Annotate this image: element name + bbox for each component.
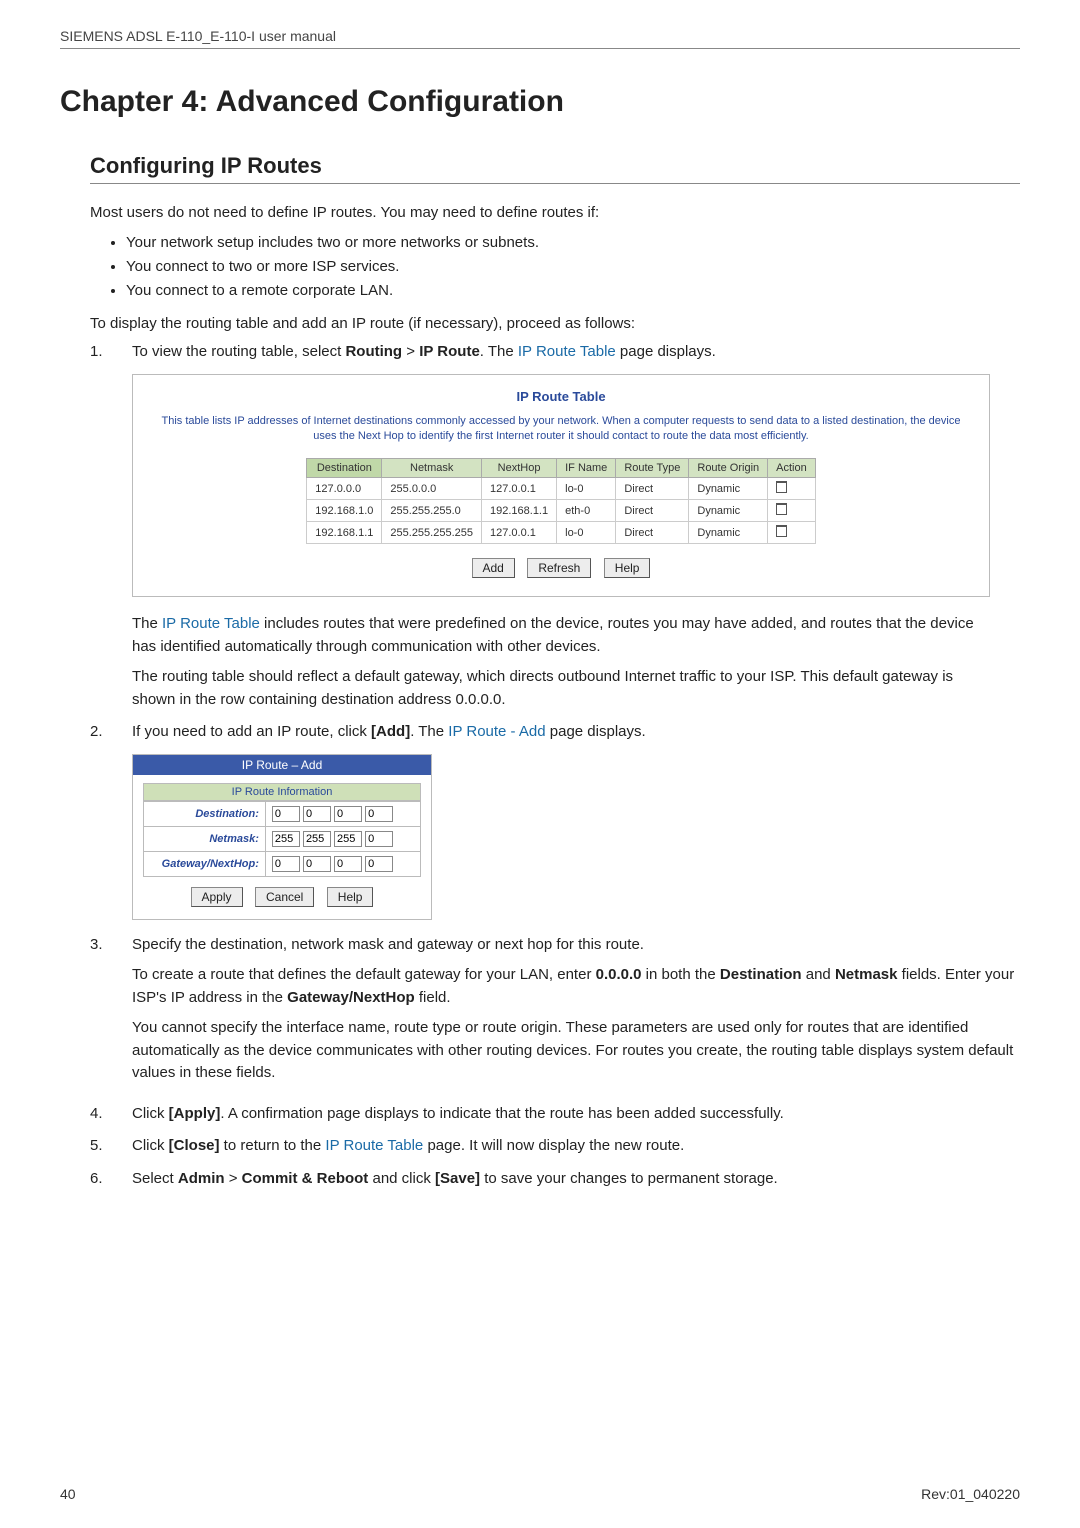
col-header: Netmask xyxy=(382,459,482,478)
help-button[interactable]: Help xyxy=(604,558,651,578)
step-text: Specify the destination, network mask an… xyxy=(132,934,1020,1093)
col-header: Action xyxy=(768,459,816,478)
apply-button[interactable]: Apply xyxy=(191,887,243,907)
route-table: Destination Netmask NextHop IF Name Rout… xyxy=(306,458,815,544)
netmask-field[interactable] xyxy=(303,831,331,847)
paragraph: The IP Route Table includes routes that … xyxy=(132,613,990,658)
list-item: You connect to a remote corporate LAN. xyxy=(126,279,1020,303)
list-item: You connect to two or more ISP services. xyxy=(126,255,1020,279)
gateway-field[interactable] xyxy=(334,856,362,872)
step-number: 4. xyxy=(90,1103,110,1126)
step-text: Click [Close] to return to the IP Route … xyxy=(132,1135,1020,1158)
col-header: Route Origin xyxy=(689,459,768,478)
intro-text: Most users do not need to define IP rout… xyxy=(90,202,1020,225)
table-row: 192.168.1.0255.255.255.0192.168.1.1eth-0… xyxy=(307,500,815,522)
netmask-field[interactable] xyxy=(272,831,300,847)
chapter-title: Chapter 4: Advanced Configuration xyxy=(60,85,1020,119)
col-header[interactable]: Destination xyxy=(307,459,382,478)
step-text: Click [Apply]. A confirmation page displ… xyxy=(132,1103,1020,1126)
step-text: Select Admin > Commit & Reboot and click… xyxy=(132,1168,1020,1191)
cancel-button[interactable]: Cancel xyxy=(255,887,314,907)
page-footer: 40 Rev:01_040220 xyxy=(60,1486,1020,1502)
refresh-button[interactable]: Refresh xyxy=(527,558,591,578)
step-number: 2. xyxy=(90,721,110,744)
figure-description: This table lists IP addresses of Interne… xyxy=(157,414,965,445)
running-header: SIEMENS ADSL E-110_E-110-I user manual xyxy=(60,28,1020,49)
figure-title: IP Route Table xyxy=(151,389,971,404)
table-row: Gateway/NextHop: xyxy=(144,851,421,876)
bullet-list: Your network setup includes two or more … xyxy=(126,231,1020,303)
table-row: 192.168.1.1255.255.255.255127.0.0.1lo-0D… xyxy=(307,522,815,544)
destination-label: Destination: xyxy=(144,801,266,826)
netmask-field[interactable] xyxy=(365,831,393,847)
revision-label: Rev:01_040220 xyxy=(921,1486,1020,1502)
list-item: Your network setup includes two or more … xyxy=(126,231,1020,255)
ip-route-table-figure: IP Route Table This table lists IP addre… xyxy=(132,374,990,598)
trash-icon[interactable] xyxy=(776,503,787,515)
ip-route-add-figure: IP Route – Add IP Route Information Dest… xyxy=(132,754,432,920)
step-text: To view the routing table, select Routin… xyxy=(132,341,1020,364)
section-title: Configuring IP Routes xyxy=(90,153,1020,184)
figure-title: IP Route – Add xyxy=(133,755,431,775)
step-number: 5. xyxy=(90,1135,110,1158)
paragraph: The routing table should reflect a defau… xyxy=(132,666,990,711)
lead-in-text: To display the routing table and add an … xyxy=(90,313,1020,336)
page-number: 40 xyxy=(60,1486,76,1502)
gateway-field[interactable] xyxy=(303,856,331,872)
destination-field[interactable] xyxy=(365,806,393,822)
table-row: 127.0.0.0255.0.0.0127.0.0.1lo-0DirectDyn… xyxy=(307,478,815,500)
trash-icon[interactable] xyxy=(776,525,787,537)
gateway-label: Gateway/NextHop: xyxy=(144,851,266,876)
gateway-field[interactable] xyxy=(365,856,393,872)
table-row: Netmask: xyxy=(144,826,421,851)
destination-field[interactable] xyxy=(334,806,362,822)
step-text: If you need to add an IP route, click [A… xyxy=(132,721,1020,744)
help-button[interactable]: Help xyxy=(327,887,374,907)
figure-subtitle: IP Route Information xyxy=(143,783,421,801)
col-header: NextHop xyxy=(482,459,557,478)
step-number: 1. xyxy=(90,341,110,364)
netmask-label: Netmask: xyxy=(144,826,266,851)
step-number: 3. xyxy=(90,934,110,1093)
add-button[interactable]: Add xyxy=(472,558,515,578)
netmask-field[interactable] xyxy=(334,831,362,847)
col-header: Route Type xyxy=(616,459,689,478)
col-header: IF Name xyxy=(557,459,616,478)
destination-field[interactable] xyxy=(272,806,300,822)
step-number: 6. xyxy=(90,1168,110,1191)
trash-icon[interactable] xyxy=(776,481,787,493)
table-row: Destination: xyxy=(144,801,421,826)
destination-field[interactable] xyxy=(303,806,331,822)
gateway-field[interactable] xyxy=(272,856,300,872)
